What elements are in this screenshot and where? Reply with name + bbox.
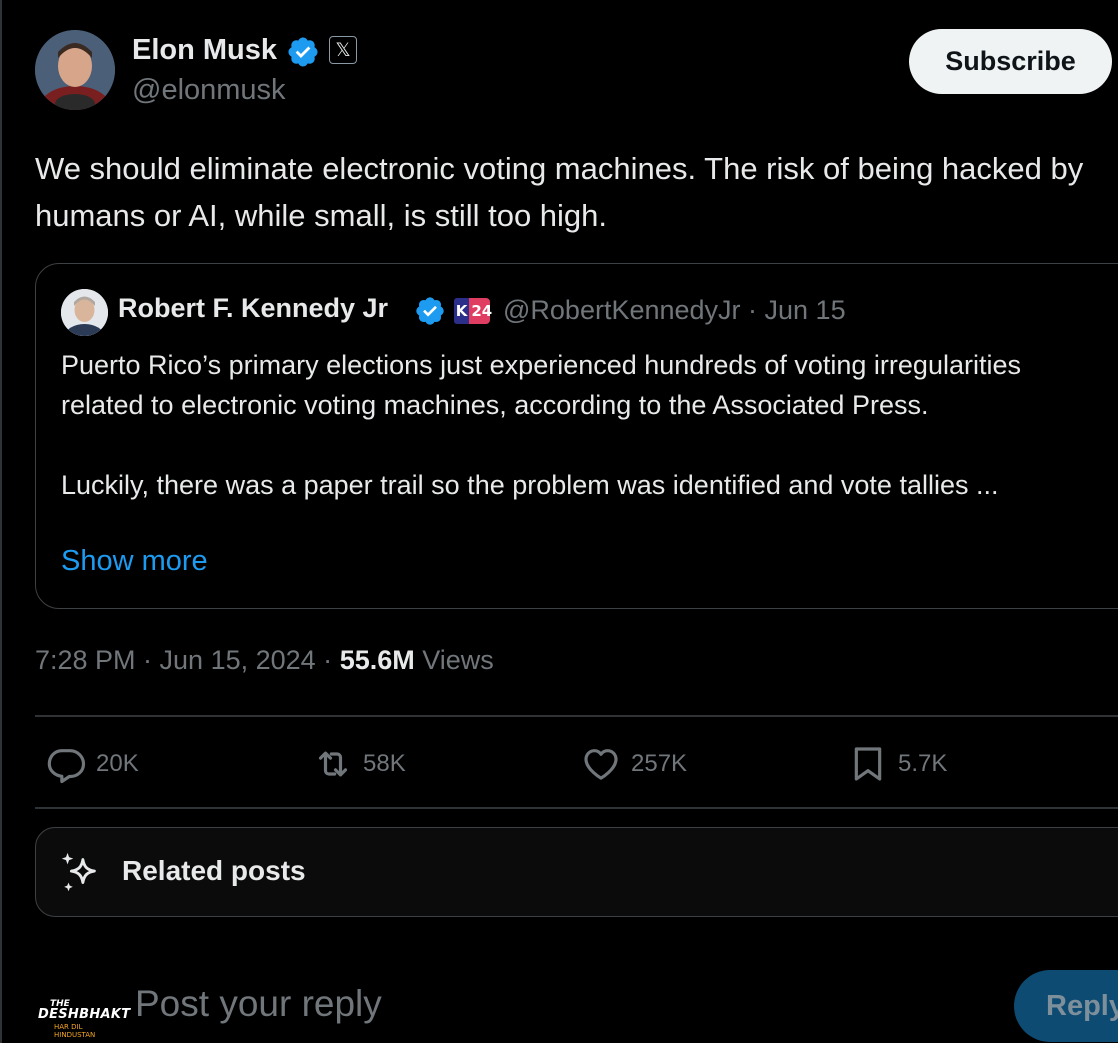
reply-input[interactable]: Post your reply: [135, 983, 382, 1025]
avatar-text-line2: DESHBHAKT: [38, 1007, 131, 1022]
column-border: [0, 0, 2, 1043]
related-posts-label[interactable]: Related posts: [122, 855, 306, 887]
avatar-text-line3: HAR DIL HINDUSTAN: [54, 1023, 96, 1039]
bookmark-icon: [854, 747, 882, 781]
show-more-link[interactable]: Show more: [61, 545, 208, 578]
post-text: We should eliminate electronic voting ma…: [35, 151, 1084, 233]
reply-icon: [47, 749, 86, 784]
user-avatar[interactable]: THE DESHBHAKT HAR DIL HINDUSTAN: [32, 992, 130, 1039]
heart-icon: [584, 749, 618, 780]
like-count: 257K: [631, 750, 688, 777]
repost-icon: [318, 751, 348, 777]
post-timestamp: 7:28 PM · Jun 15, 2024 · 55.6M Views: [35, 645, 494, 676]
reply-action[interactable]: 20K: [46, 740, 139, 788]
bookmark-action[interactable]: 5.7K: [848, 740, 947, 788]
reply-count: 20K: [96, 750, 139, 777]
sparkle-icon: [61, 852, 96, 892]
affiliation-logo-icon[interactable]: K 24: [453, 298, 492, 324]
author-handle[interactable]: @elonmusk: [132, 74, 286, 107]
quoted-author-name[interactable]: Robert F. Kennedy Jr: [118, 293, 388, 324]
verified-badge-icon: [416, 297, 444, 325]
post-time-date[interactable]: 7:28 PM · Jun 15, 2024 ·: [35, 645, 340, 675]
bookmark-count: 5.7K: [898, 750, 948, 777]
reply-button[interactable]: Reply: [1014, 970, 1118, 1042]
quoted-handle-date[interactable]: @RobertKennedyJr · Jun 15: [503, 295, 846, 326]
divider: [35, 807, 1118, 809]
author-avatar[interactable]: [35, 30, 115, 110]
repost-action[interactable]: 58K: [313, 740, 406, 788]
quoted-post-text: Puerto Rico’s primary elections just exp…: [61, 345, 1111, 505]
views-label: Views: [414, 645, 494, 675]
x-logo-icon: 𝕏: [329, 36, 357, 64]
divider: [35, 715, 1118, 717]
quoted-paragraph-1: Puerto Rico’s primary elections just exp…: [61, 350, 1021, 420]
x-logo-glyph: 𝕏: [335, 39, 351, 61]
subscribe-button[interactable]: Subscribe: [909, 29, 1112, 94]
author-name[interactable]: Elon Musk: [132, 34, 277, 67]
like-action[interactable]: 257K: [581, 740, 687, 788]
affiliation-logo-n: 24: [471, 302, 493, 320]
affiliation-logo-k: K: [453, 298, 470, 324]
quoted-paragraph-2: Luckily, there was a paper trail so the …: [61, 470, 999, 500]
quoted-author-avatar[interactable]: [61, 289, 108, 336]
repost-count: 58K: [363, 750, 406, 777]
views-count: 55.6M: [339, 645, 415, 675]
verified-badge-icon: [288, 37, 318, 67]
